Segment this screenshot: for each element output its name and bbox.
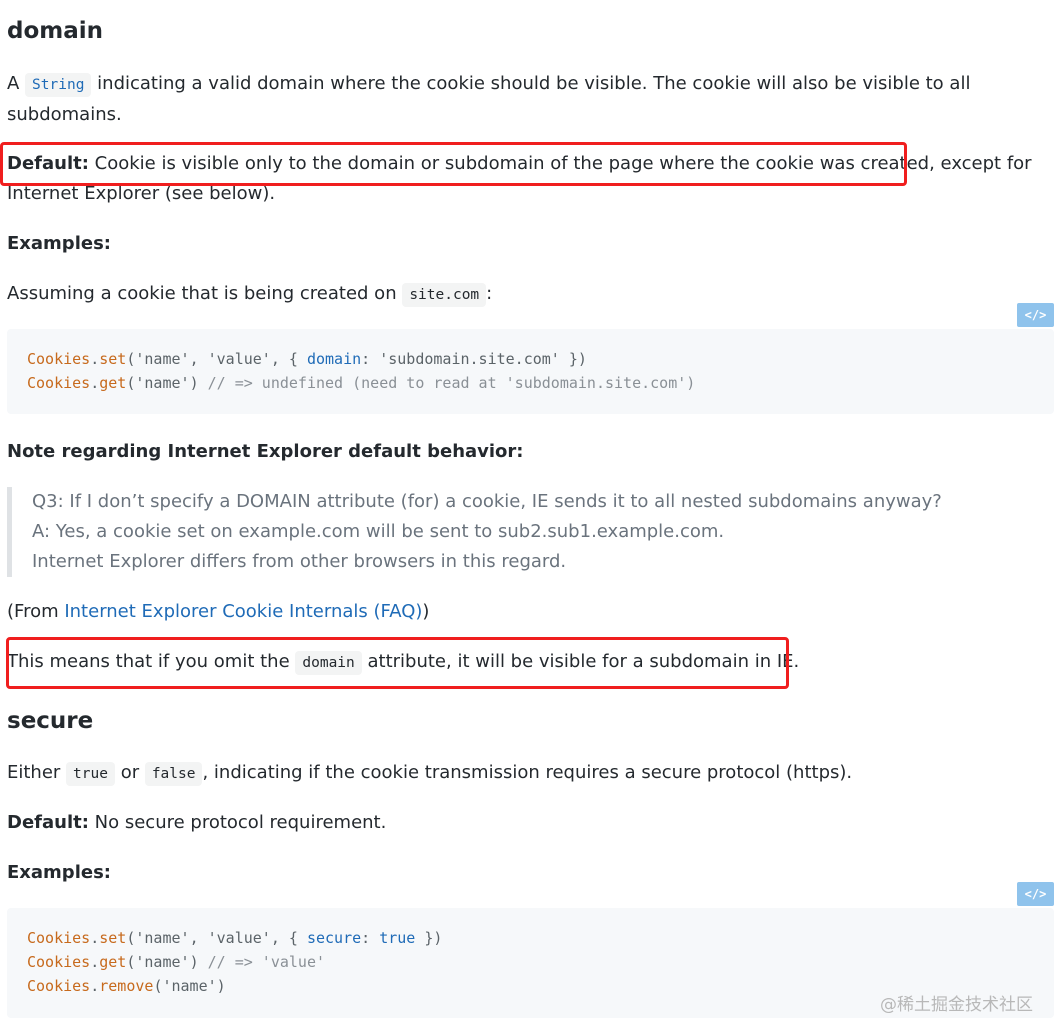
ie-cookie-faq-link[interactable]: Internet Explorer Cookie Internals (FAQ) [64, 601, 422, 622]
assuming-text: Assuming a cookie that is being created … [7, 279, 492, 310]
blockquote: Q3: If I don’t specify a DOMAIN attribut… [7, 487, 1047, 577]
quote-line: Internet Explorer differs from other bro… [32, 551, 567, 572]
desc-text-a: A [7, 73, 26, 94]
domain-description: A String indicating a valid domain where… [7, 69, 970, 130]
either-b: , indicating if the cookie transmission … [202, 762, 853, 783]
code-line: Cookies.get('name') // => 'value' [27, 953, 326, 971]
from-text: (From Internet Explorer Cookie Internals… [7, 597, 429, 627]
code-line: Cookies.set('name', 'value', { secure: t… [27, 929, 443, 947]
either-a: Either [7, 762, 67, 783]
desc-text-c: subdomains. [7, 104, 122, 125]
note-label-text: Note regarding Internet Explorer default… [7, 441, 524, 462]
from-b: ) [422, 601, 430, 622]
code-line: Cookies.set('name', 'value', { domain: '… [27, 350, 587, 368]
copy-code-button-1[interactable]: </> [1017, 303, 1054, 327]
assuming-b: : [486, 283, 493, 304]
note-label: Note regarding Internet Explorer default… [7, 437, 524, 467]
heading-domain: domain [7, 18, 104, 44]
quote-line: A: Yes, a cookie set on example.com will… [32, 521, 725, 542]
examples-label: Examples: [7, 862, 111, 883]
domain-examples-label: Examples: [7, 229, 111, 259]
desc-text-b: indicating a valid domain where the cook… [91, 73, 971, 94]
heading-secure: secure [7, 708, 94, 734]
doc-content: domain A String indicating a valid domai… [0, 0, 1061, 1033]
default-text-b: Internet Explorer (see below). [7, 183, 276, 204]
secure-description: Either true or false, indicating if the … [7, 758, 852, 789]
secure-default: Default: No secure protocol requirement. [7, 808, 386, 838]
quote-line: Q3: If I don’t specify a DOMAIN attribut… [32, 491, 942, 512]
string-code: String [25, 73, 92, 97]
code-line: Cookies.get('name') // => undefined (nee… [27, 374, 696, 392]
highlight-box-default [0, 142, 907, 186]
from-a: (From [7, 601, 65, 622]
false-code: false [144, 762, 203, 786]
highlight-box-means [6, 637, 789, 689]
default-label: Default: [7, 812, 89, 833]
examples-label: Examples: [7, 233, 111, 254]
code-block-domain: Cookies.set('name', 'value', { domain: '… [7, 329, 1054, 414]
copy-code-button-2[interactable]: </> [1017, 882, 1054, 906]
watermark: @稀土掘金技术社区 [880, 995, 1033, 1015]
assuming-a: Assuming a cookie that is being created … [7, 283, 403, 304]
site-code: site.com [402, 283, 487, 307]
default-text: No secure protocol requirement. [88, 812, 387, 833]
true-code: true [66, 762, 115, 786]
secure-examples-label: Examples: [7, 858, 111, 888]
either-or: or [114, 762, 145, 783]
